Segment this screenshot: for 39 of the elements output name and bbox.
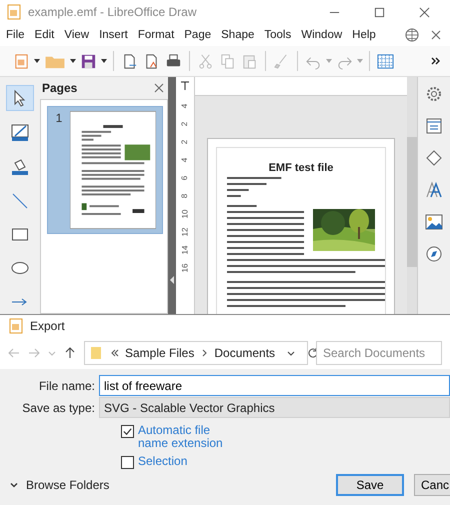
ruler-number: 2: [179, 140, 190, 144]
ruler-number: 14: [179, 246, 190, 254]
dialog-title: Export: [30, 319, 65, 333]
window-title: example.emf - LibreOffice Draw: [28, 5, 197, 19]
menu-item[interactable]: Shape: [221, 29, 254, 41]
toggle-label: Browse Folders: [26, 478, 110, 492]
field-label: File name:: [38, 378, 96, 392]
ruler-number: 4: [179, 158, 190, 162]
menu-item[interactable]: Window: [301, 29, 342, 41]
menu-item[interactable]: File: [6, 29, 25, 41]
file-name-field[interactable]: list of freeware: [99, 375, 450, 396]
page-number: 1: [54, 111, 64, 127]
browse-folders-toggle[interactable]: Browse Folders: [10, 478, 110, 492]
ruler-number: 6: [179, 176, 190, 180]
thumbnail-entry[interactable]: 1: [47, 106, 163, 234]
ruler-number: 10: [179, 210, 190, 218]
menu-item[interactable]: Format: [138, 29, 174, 41]
ruler-number: 8: [179, 194, 190, 198]
document-title: EMF test file: [268, 162, 334, 174]
save-button[interactable]: Save: [336, 474, 404, 496]
field-label: Save as type:: [21, 400, 96, 414]
menu-item[interactable]: Page: [184, 29, 212, 41]
menu-item[interactable]: Help: [352, 29, 376, 41]
breadcrumb-item[interactable]: Documents: [214, 346, 276, 360]
cancel-button[interactable]: Canc: [414, 474, 450, 496]
breadcrumb-item[interactable]: Sample Files: [125, 346, 194, 360]
menu-item[interactable]: Tools: [264, 29, 292, 41]
menu-item[interactable]: Edit: [34, 29, 54, 41]
ruler-number: 16: [179, 264, 190, 272]
search-field[interactable]: Search Documents: [316, 341, 442, 365]
ruler-number: 12: [179, 228, 190, 236]
file-type-dropdown[interactable]: SVG - Scalable Vector Graphics: [99, 397, 450, 418]
checkbox-label[interactable]: Selection: [138, 455, 238, 468]
menu-item[interactable]: View: [64, 29, 90, 41]
checkbox-label[interactable]: Automatic file name extension: [138, 424, 238, 450]
ruler-number: 4: [179, 104, 190, 108]
ruler-number: 2: [179, 122, 190, 126]
menu-item[interactable]: Insert: [99, 29, 128, 41]
panel-title: Pages: [42, 81, 78, 95]
